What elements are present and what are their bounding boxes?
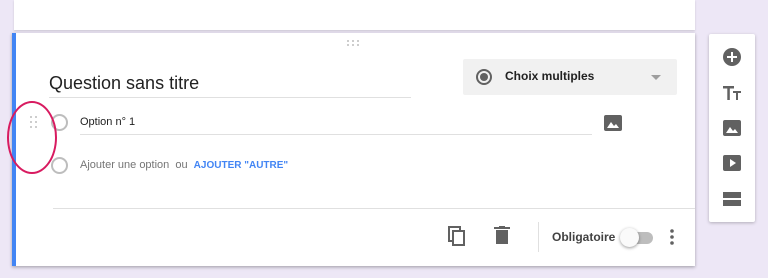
previous-card <box>14 0 695 30</box>
add-question-icon[interactable] <box>722 47 742 67</box>
duplicate-icon[interactable] <box>448 226 466 246</box>
card-footer-divider <box>53 208 695 209</box>
footer-separator <box>538 222 539 252</box>
add-other-link[interactable]: AJOUTER "AUTRE" <box>194 160 289 171</box>
add-video-icon[interactable] <box>722 153 742 173</box>
side-toolbar <box>709 34 755 222</box>
question-card[interactable]: Question sans titre Choix multiples Opti… <box>12 33 695 266</box>
card-drag-handle-icon[interactable] <box>347 40 363 48</box>
question-title-input[interactable]: Question sans titre <box>49 72 411 98</box>
question-type-dropdown[interactable]: Choix multiples <box>463 59 677 95</box>
add-section-icon[interactable] <box>722 189 742 209</box>
more-options-icon[interactable] <box>670 229 674 245</box>
option-image-icon[interactable] <box>604 115 622 131</box>
required-label: Obligatoire <box>552 230 616 244</box>
option-label-input[interactable]: Option n° 1 <box>80 116 135 128</box>
add-title-icon[interactable] <box>722 83 742 103</box>
question-type-label: Choix multiples <box>505 69 595 83</box>
or-text: ou <box>175 159 188 171</box>
add-option-radio-icon <box>51 157 68 174</box>
delete-icon[interactable] <box>494 226 510 244</box>
dropdown-caret-icon <box>651 75 661 80</box>
radio-selected-icon <box>476 69 492 85</box>
required-toggle-knob[interactable] <box>620 228 639 247</box>
add-image-icon[interactable] <box>722 118 742 138</box>
add-option-row: Ajouter une option ou AJOUTER "AUTRE" <box>80 159 288 171</box>
add-option-link[interactable]: Ajouter une option <box>80 159 169 171</box>
highlight-annotation-ellipse <box>7 101 57 174</box>
option-underline <box>80 134 592 135</box>
